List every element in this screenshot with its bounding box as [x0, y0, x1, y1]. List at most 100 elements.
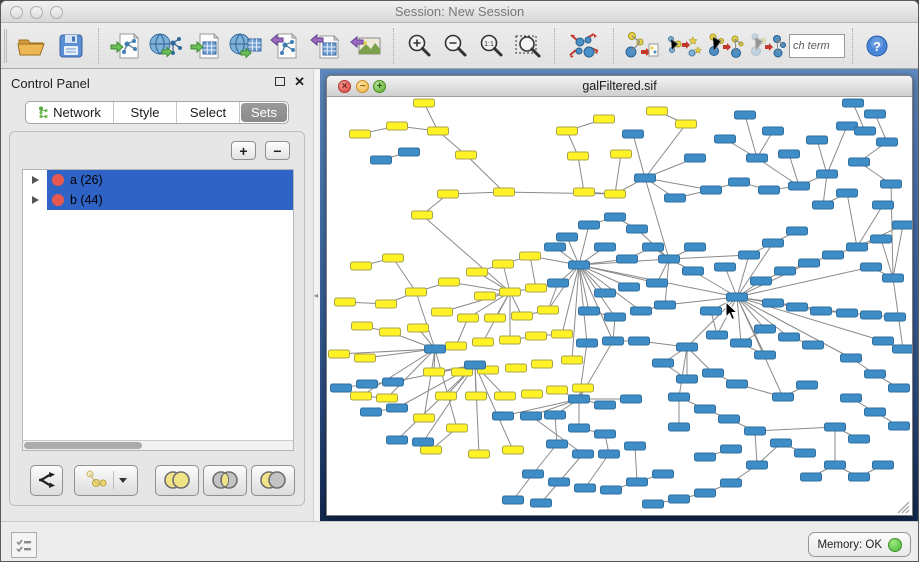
network-from-selection-button[interactable]: [621, 27, 663, 65]
graph-node: [795, 449, 816, 457]
graph-node: [377, 394, 398, 402]
toolbar-grip[interactable]: [4, 29, 7, 63]
task-history-button[interactable]: [11, 532, 37, 558]
graph-node: [676, 120, 697, 128]
graph-node: [467, 268, 488, 276]
import-network-url-button[interactable]: [146, 27, 186, 65]
set-row-b[interactable]: b (44): [23, 190, 293, 210]
tab-style[interactable]: Style: [114, 102, 177, 123]
close-panel-icon[interactable]: ✕: [294, 74, 305, 90]
network-canvas[interactable]: [327, 97, 912, 516]
tab-select[interactable]: Select: [177, 102, 240, 123]
graph-node: [493, 260, 514, 268]
collapse-panel-icon[interactable]: ◂: [314, 291, 318, 300]
graph-node: [889, 384, 910, 392]
graph-node: [623, 130, 644, 138]
export-network-icon: [270, 31, 302, 61]
network-window-titlebar[interactable]: × − + galFiltered.sif: [327, 76, 912, 97]
graph-node: [573, 384, 594, 392]
graph-node: [526, 332, 547, 340]
panel-divider[interactable]: ◂: [313, 69, 320, 521]
graph-node: [759, 186, 780, 194]
import-table-file-icon: [190, 31, 222, 61]
float-panel-icon[interactable]: [275, 77, 285, 86]
import-network-file-button[interactable]: [106, 27, 146, 65]
zoom-selected-icon: [514, 33, 542, 59]
graph-node: [466, 392, 487, 400]
zoom-actual-size-button[interactable]: 1:1: [473, 27, 509, 65]
set-row-selection: b (44): [47, 190, 293, 210]
set-intersection-button[interactable]: [203, 465, 247, 496]
graph-node: [579, 307, 600, 315]
tab-style-label: Style: [131, 105, 160, 120]
set-row-a[interactable]: a (26): [23, 170, 293, 190]
tab-network[interactable]: Network: [26, 102, 114, 123]
search-input[interactable]: [789, 34, 845, 58]
main-toolbar: 1:1: [1, 23, 918, 69]
hscrollbar-thumb[interactable]: [24, 442, 142, 449]
graph-node: [447, 424, 468, 432]
graph-node: [577, 339, 598, 347]
graph-node: [621, 395, 642, 403]
select-first-neighbors-button[interactable]: [663, 27, 705, 65]
graph-node: [595, 243, 616, 251]
export-network-button[interactable]: [266, 27, 306, 65]
graph-node: [779, 150, 800, 158]
window-titlebar[interactable]: Session: New Session: [1, 1, 918, 23]
dropdown-caret-icon[interactable]: [119, 478, 127, 483]
zoom-out-button[interactable]: [437, 27, 473, 65]
show-selected-only-button[interactable]: [747, 27, 789, 65]
graph-node: [545, 411, 566, 419]
venn-intersection-icon: [210, 470, 240, 490]
graph-node: [721, 445, 742, 453]
network-from-selected-nodes-button[interactable]: [705, 27, 747, 65]
mouse-cursor: [725, 301, 739, 321]
svg-text:?: ?: [873, 39, 881, 54]
export-table-button[interactable]: [306, 27, 346, 65]
graph-node: [557, 127, 578, 135]
select-set-nodes-button[interactable]: [74, 465, 138, 496]
graph-node: [685, 154, 706, 162]
tab-sets[interactable]: Sets: [241, 103, 287, 122]
toolbar-separator: [554, 28, 555, 64]
apply-layout-button[interactable]: [562, 27, 606, 65]
extract-set-button[interactable]: [30, 465, 63, 496]
zoom-selected-button[interactable]: [509, 27, 547, 65]
graph-node: [685, 243, 706, 251]
network-graph[interactable]: [327, 97, 912, 516]
set-union-button[interactable]: [155, 465, 199, 496]
task-history-icon: [16, 538, 32, 552]
expand-triangle-icon[interactable]: [32, 196, 39, 204]
import-table-url-button[interactable]: [226, 27, 266, 65]
application-window: Session: New Session: [0, 0, 919, 562]
zoom-in-button[interactable]: [401, 27, 437, 65]
graph-node: [494, 188, 515, 196]
import-table-file-button[interactable]: [186, 27, 226, 65]
save-session-button[interactable]: [51, 27, 91, 65]
graph-node: [595, 289, 616, 297]
graph-node: [665, 194, 686, 202]
toolbar-separator: [98, 28, 99, 64]
sets-list-hscrollbar[interactable]: [22, 440, 294, 451]
graph-node: [547, 386, 568, 394]
resize-grip-icon[interactable]: [897, 501, 910, 514]
set-difference-button[interactable]: [251, 465, 295, 496]
open-session-button[interactable]: [11, 27, 51, 65]
network-view-window[interactable]: × − + galFiltered.sif: [326, 75, 913, 516]
graph-node: [603, 337, 624, 345]
expand-triangle-icon[interactable]: [32, 176, 39, 184]
graph-node: [557, 233, 578, 241]
graph-node: [526, 284, 547, 292]
graph-node: [653, 470, 674, 478]
node-set-icon: [85, 470, 107, 490]
remove-set-button[interactable]: −: [265, 141, 290, 160]
memory-status-button[interactable]: Memory: OK: [808, 532, 911, 557]
export-image-button[interactable]: [346, 27, 386, 65]
graph-node: [506, 364, 527, 372]
help-button[interactable]: ?: [860, 27, 894, 65]
control-panel-tabs: Network Style Select Sets: [25, 101, 289, 124]
add-set-button[interactable]: +: [231, 141, 256, 160]
graph-node: [599, 450, 620, 458]
graph-node: [677, 375, 698, 383]
graph-node: [893, 345, 913, 353]
